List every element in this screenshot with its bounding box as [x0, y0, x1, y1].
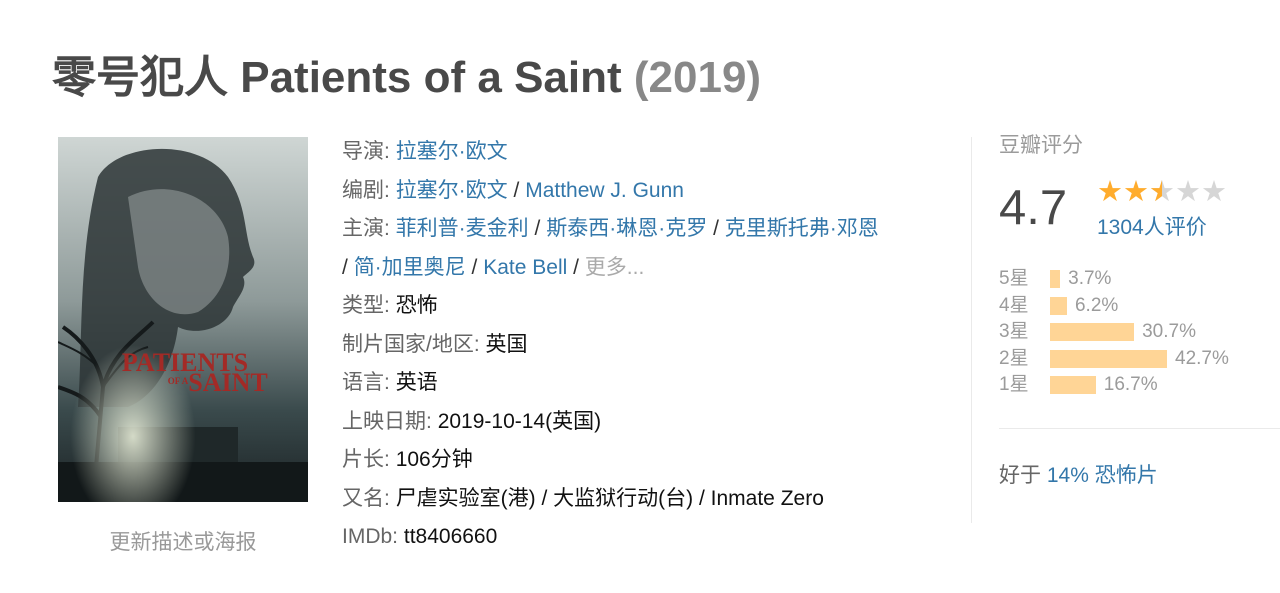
language-value: 英语 [395, 371, 438, 394]
writer-link[interactable]: Matthew J. Gunn [525, 179, 684, 202]
movie-name: 零号犯人 Patients of a Saint [52, 53, 622, 102]
rating-bar-row: 3星 30.7% [999, 319, 1269, 346]
genre-value: 恐怖 [395, 294, 438, 317]
language-label: 语言: [342, 371, 390, 394]
star-full-icon: ★ [1097, 176, 1123, 208]
release-value: 2019-10-14(英国) [437, 409, 602, 433]
imdb-value: tt8406660 [403, 525, 498, 548]
rating-bar-percent: 30.7% [1142, 321, 1196, 342]
rating-bar-row: 4星 6.2% [999, 293, 1269, 320]
star-half-icon: ★ [1149, 176, 1175, 208]
cast-link[interactable]: 克里斯托弗·邓恩 [725, 217, 879, 240]
writer-row: 编剧: 拉塞尔·欧文 / Matthew J. Gunn [342, 172, 962, 211]
cast-more-link[interactable]: 更多... [585, 256, 645, 279]
runtime-label: 片长: [342, 448, 390, 471]
release-row: 上映日期: 2019-10-14(英国) [342, 403, 962, 442]
director-label: 导演: [342, 140, 390, 163]
rating-bar-row: 2星 42.7% [999, 346, 1269, 373]
language-row: 语言: 英语 [342, 364, 962, 403]
rating-header: 豆瓣评分 [999, 134, 1083, 157]
better-than-link[interactable]: 14% 恐怖片 [1047, 464, 1158, 487]
imdb-row: IMDb: tt8406660 [342, 518, 962, 557]
writer-link[interactable]: 拉塞尔·欧文 [396, 179, 508, 202]
separator: / [534, 217, 541, 240]
cast-link[interactable]: 简·加里奥尼 [354, 256, 466, 279]
director-link[interactable]: 拉塞尔·欧文 [396, 140, 508, 163]
separator: / [342, 255, 348, 279]
poster-image: PATIENTS OF A SAINT [58, 137, 308, 502]
aka-row: 又名: 尸虐实验室(港) / 大监狱行动(台) / Inmate Zero [342, 480, 962, 519]
genre-row: 类型: 恐怖 [342, 287, 962, 326]
rating-bar [1050, 270, 1061, 288]
rating-bar [1050, 323, 1135, 341]
star-full-icon: ★ [1123, 176, 1149, 208]
aka-value: 尸虐实验室(港) / 大监狱行动(台) / Inmate Zero [395, 486, 824, 510]
separator: / [573, 255, 579, 279]
rating-bar-percent: 42.7% [1175, 347, 1229, 369]
cast-row: 主演: 菲利普·麦金利 / 斯泰西·琳恩·克罗 / 克里斯托弗·邓恩 [342, 210, 962, 249]
writer-label: 编剧: [342, 178, 390, 202]
country-value: 英国 [485, 332, 528, 356]
separator: / [513, 178, 520, 202]
star-empty-icon: ★ [1175, 176, 1201, 208]
rating-bar-row: 5星 3.7% [999, 266, 1269, 293]
rating-bar-percent: 16.7% [1103, 374, 1158, 395]
votes-link[interactable]: 1304人评价 [1097, 214, 1207, 242]
genre-label: 类型: [342, 294, 390, 317]
horizontal-divider [999, 428, 1280, 429]
imdb-label: IMDb: [342, 525, 399, 548]
rating-bar [1050, 296, 1067, 315]
rating-bar-percent: 3.7% [1068, 268, 1112, 289]
rating-bar [1050, 349, 1167, 368]
rating-bar-percent: 6.2% [1074, 294, 1119, 316]
separator: / [713, 217, 719, 240]
poster-title-line3: SAINT [188, 368, 267, 397]
movie-poster[interactable]: PATIENTS OF A SAINT [58, 137, 308, 502]
runtime-row: 片长: 106分钟 [342, 441, 962, 480]
runtime-value: 106分钟 [395, 448, 473, 471]
rating-bar-label: 4星 [999, 294, 1029, 316]
update-poster-link[interactable]: 更新描述或海报 [58, 526, 308, 556]
country-label: 制片国家/地区: [342, 332, 480, 356]
cast-row-continued: / 简·加里奥尼 / Kate Bell / 更多... [342, 249, 962, 288]
better-than-prefix: 好于 [999, 464, 1041, 487]
cast-label: 主演: [342, 217, 390, 240]
director-row: 导演: 拉塞尔·欧文 [342, 133, 962, 172]
rating-score: 4.7 [999, 181, 1068, 235]
rating-bar-row: 1星 16.7% [999, 372, 1269, 399]
separator: / [471, 255, 478, 279]
rating-bar [1050, 376, 1096, 394]
cast-link[interactable]: Kate Bell [483, 256, 567, 279]
rating-bar-label: 3星 [999, 321, 1029, 342]
movie-info: 导演: 拉塞尔·欧文 编剧: 拉塞尔·欧文 / Matthew J. Gunn … [342, 133, 962, 557]
rating-distribution: 5星 3.7% 4星 6.2% 3星 30.7% 2星 42.7% 1星 16.7% [999, 266, 1269, 399]
cast-link[interactable]: 菲利普·麦金利 [396, 217, 529, 240]
rating-bar-label: 2星 [999, 347, 1029, 369]
movie-title: 零号犯人 Patients of a Saint (2019) [52, 48, 761, 108]
rating-bar-label: 5星 [999, 268, 1029, 289]
rating-bar-label: 1星 [999, 374, 1029, 395]
better-than: 好于 14% 恐怖片 [999, 460, 1158, 492]
rating-stars: ★★★ ★★ [1097, 176, 1227, 208]
star-empty-icon: ★ [1201, 176, 1227, 208]
movie-year: (2019) [633, 53, 762, 102]
country-row: 制片国家/地区: 英国 [342, 326, 962, 365]
aka-label: 又名: [342, 486, 390, 510]
cast-link[interactable]: 斯泰西·琳恩·克罗 [546, 217, 707, 240]
rating-panel: 豆瓣评分 4.7 ★★★★★ 1304人评价 5星3.7%4星6.2%3星30.… [999, 130, 1280, 395]
release-label: 上映日期: [342, 409, 432, 433]
vertical-divider [971, 137, 972, 523]
poster-title-line2: OF A [168, 376, 189, 386]
